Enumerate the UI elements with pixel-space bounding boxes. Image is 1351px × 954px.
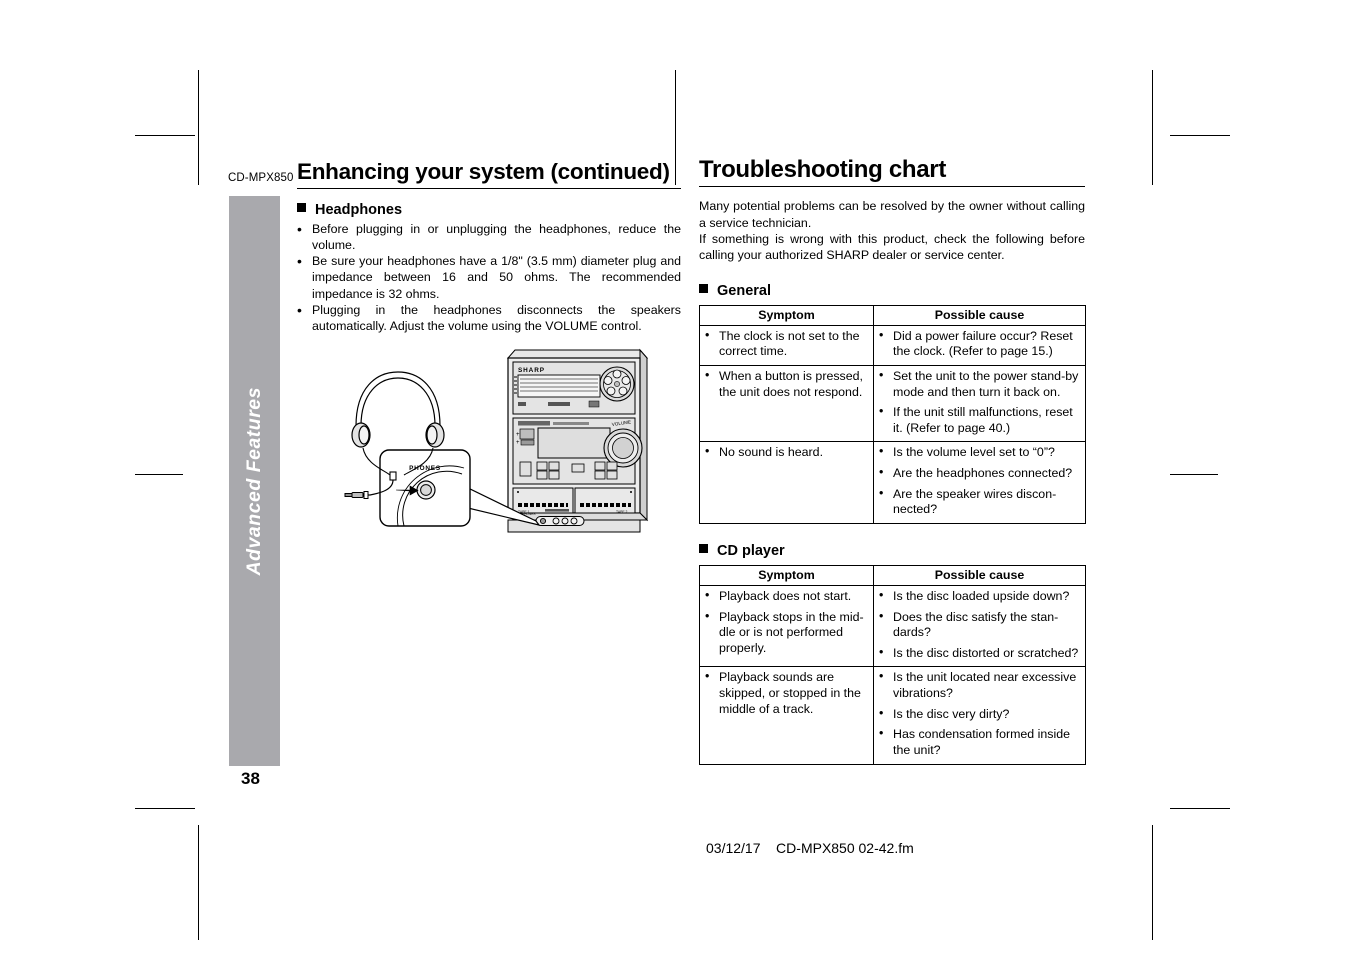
square-bullet-icon bbox=[699, 543, 708, 553]
table-row: Playback does not start. Playback stops … bbox=[699, 584, 1086, 668]
cd-player-table-heading: CD player bbox=[699, 543, 1085, 559]
headphones-heading: Headphones bbox=[297, 202, 681, 218]
crop-mark-mid-right-horizontal bbox=[1170, 474, 1218, 475]
intro-paragraph: Many potential problems can be resolved … bbox=[699, 199, 1085, 230]
table-row: When a button is pressed, the unit does … bbox=[699, 364, 1086, 443]
phones-jack-on-unit bbox=[539, 517, 547, 525]
cause-cell: Set the unit to the power stand-by mode … bbox=[873, 364, 1086, 443]
intro-paragraph: If something is wrong with this product,… bbox=[699, 231, 1085, 263]
cd-player-troubleshooting-table: Symptom Possible cause Playback does not… bbox=[699, 564, 1086, 765]
headphones-heading-text: Headphones bbox=[315, 201, 403, 218]
table-row: Playback sounds are skipped, or stopped … bbox=[699, 666, 1086, 765]
troubleshooting-intro: Many potential problems can be resolved … bbox=[699, 198, 1085, 264]
left-column: Enhancing your system (continued) Headph… bbox=[229, 160, 681, 334]
list-item: Set the unit to the power stand-by mode … bbox=[878, 368, 1081, 400]
column-header-possible-cause: Possible cause bbox=[873, 304, 1086, 326]
crop-mark-top-right-horizontal bbox=[1170, 135, 1230, 136]
square-bullet-icon bbox=[297, 202, 306, 212]
table-row: The clock is not set to the correct time… bbox=[699, 324, 1086, 366]
crop-mark-top-left-horizontal bbox=[135, 135, 195, 136]
crop-mark-mid-left-horizontal bbox=[135, 474, 183, 475]
symptom-cell: The clock is not set to the correct time… bbox=[699, 324, 874, 366]
symptom-cell: Playback sounds are skipped, or stopped … bbox=[699, 666, 874, 765]
crop-mark-bottom-left-horizontal bbox=[135, 808, 195, 809]
list-item: Is the disc distorted or scratched? bbox=[878, 645, 1081, 662]
title-rule-right bbox=[699, 186, 1085, 188]
cause-cell: Did a power failure occur? Reset the clo… bbox=[873, 324, 1086, 366]
cause-cell: Is the volume level set to “0”? Are the … bbox=[873, 441, 1086, 524]
list-item: When a button is pressed, the unit does … bbox=[704, 368, 869, 400]
general-heading-text: General bbox=[717, 282, 771, 299]
cause-cell: Is the disc loaded upside down? Does the… bbox=[873, 584, 1086, 668]
list-item: If the unit still malfunctions, reset it… bbox=[878, 404, 1081, 436]
page-title-left: Enhancing your system (continued) bbox=[297, 159, 670, 184]
list-item: Are the headphones connected? bbox=[878, 465, 1081, 482]
title-rule-left bbox=[297, 187, 681, 189]
page-footer: 03/12/17 CD-MPX850 02-42.fm bbox=[706, 840, 914, 856]
crop-mark-bottom-right-horizontal bbox=[1170, 808, 1230, 809]
square-bullet-icon bbox=[699, 283, 708, 293]
list-item: Are the speaker wires discon-nected? bbox=[878, 486, 1081, 518]
list-item: Playback does not start. bbox=[704, 588, 869, 605]
manual-page: CD-MPX850 Advanced Features 38 Enhancing… bbox=[0, 0, 1351, 954]
list-item: Is the disc loaded upside down? bbox=[878, 588, 1081, 605]
section-tab-label: Advanced Features bbox=[243, 386, 265, 576]
symptom-cell: No sound is heard. bbox=[699, 441, 874, 524]
general-table-heading: General bbox=[699, 283, 1085, 299]
page-title-right: Troubleshooting chart bbox=[699, 156, 947, 183]
list-item: Is the unit located near excessive vibra… bbox=[878, 669, 1081, 701]
list-item: Playback stops in the mid-dle or is not … bbox=[704, 609, 869, 657]
general-troubleshooting-table: Symptom Possible cause The clock is not … bbox=[699, 304, 1086, 524]
svg-text:+: + bbox=[516, 432, 520, 438]
symptom-cell: When a button is pressed, the unit does … bbox=[699, 364, 874, 443]
page-number: 38 bbox=[241, 769, 260, 788]
column-header-symptom: Symptom bbox=[699, 304, 874, 326]
right-column: Troubleshooting chart Many potential pro… bbox=[699, 156, 1086, 765]
list-item: Does the disc satisfy the stan-dards? bbox=[878, 609, 1081, 641]
symptom-cell: Playback does not start. Playback stops … bbox=[699, 584, 874, 668]
column-header-symptom: Symptom bbox=[699, 564, 874, 586]
brand-logo-text: SHARP bbox=[518, 367, 545, 374]
list-item: Is the disc very dirty? bbox=[878, 706, 1081, 723]
table-row: No sound is heard. Is the volume level s… bbox=[699, 441, 1086, 524]
list-item: The clock is not set to the correct time… bbox=[704, 328, 869, 360]
phones-callout-label: PHONES bbox=[409, 465, 441, 472]
table-header-row: Symptom Possible cause bbox=[699, 564, 1086, 586]
list-item: Be sure your headphones have a 1/8" (3.5… bbox=[297, 252, 681, 302]
list-item: Playback sounds are skipped, or stopped … bbox=[704, 669, 869, 717]
crop-mark-top-right-vertical bbox=[1152, 70, 1153, 185]
amplifier-tuner-module: + + VOLUME bbox=[512, 417, 643, 485]
cd-changer-module: SHARP bbox=[512, 361, 636, 415]
table-header-row: Symptom Possible cause bbox=[699, 304, 1086, 326]
crop-mark-top-left-vertical bbox=[198, 70, 199, 185]
list-item: Is the volume level set to “0”? bbox=[878, 444, 1081, 461]
cause-cell: Is the unit located near excessive vibra… bbox=[873, 666, 1086, 765]
list-item: Before plugging in or unplugging the hea… bbox=[297, 220, 681, 254]
list-item: Plugging in the headphones disconnects t… bbox=[297, 301, 681, 335]
list-item: No sound is heard. bbox=[704, 444, 869, 461]
headphones-bullet-list: Before plugging in or unplugging the hea… bbox=[297, 220, 681, 335]
headphones-section: Headphones Before plugging in or unplugg… bbox=[297, 202, 681, 335]
crop-mark-bottom-right-vertical bbox=[1152, 825, 1153, 940]
list-item: Has condensation formed inside the unit? bbox=[878, 726, 1081, 758]
column-header-possible-cause: Possible cause bbox=[873, 564, 1086, 586]
list-item: Did a power failure occur? Reset the clo… bbox=[878, 328, 1081, 360]
svg-text:+: + bbox=[516, 440, 520, 446]
cd-player-heading-text: CD player bbox=[717, 542, 785, 559]
crop-mark-bottom-left-vertical bbox=[198, 825, 199, 940]
headphone-connection-illustration: SHARP + + VOLUME TAPE 1 TAPE 2 PHONES PH… bbox=[340, 338, 685, 538]
